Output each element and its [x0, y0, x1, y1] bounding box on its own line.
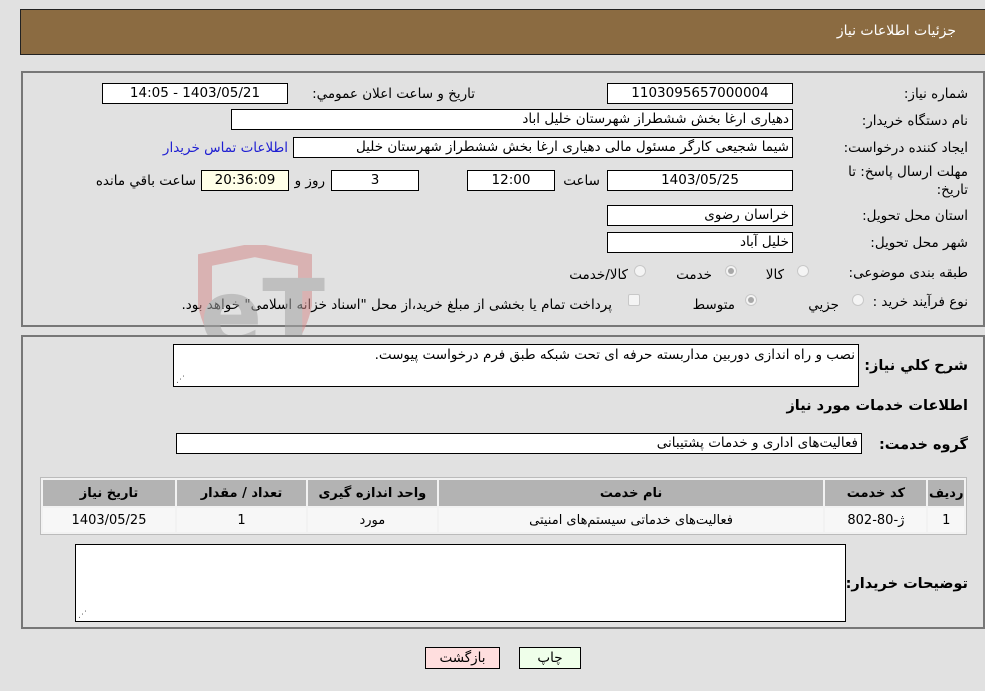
deadline-date-field[interactable]: 1403/05/25	[607, 170, 793, 191]
buyer-contact-link[interactable]: اطلاعات تماس خريدار	[163, 140, 288, 156]
cell-service-name: فعالیت‌های خدماتی سیستم‌های امنیتی	[438, 508, 824, 532]
purchase-type-option-minor: جزيي	[808, 297, 839, 313]
treasury-note: پرداخت تمام يا بخشی از مبلغ خريد،از محل …	[181, 297, 612, 313]
deadline-time-field[interactable]: 12:00	[467, 170, 555, 191]
category-label: طبقه بندی موضوعی:	[848, 265, 968, 281]
requester-label: ايجاد کننده درخواست:	[843, 140, 968, 156]
page-title: جزئيات اطلاعات نياز	[836, 23, 956, 39]
category-option-goods: کالا	[765, 267, 784, 283]
service-group-label: گروه خدمت:	[878, 437, 968, 453]
page-header: جزئيات اطلاعات نياز	[20, 9, 985, 55]
cell-need-date: 1403/05/25	[43, 508, 176, 532]
purchase-type-radio-minor[interactable]	[852, 294, 864, 306]
buyer-org-field[interactable]: دهیاری ارغا بخش ششطراز شهرستان خلیل اباد	[231, 109, 793, 130]
category-radio-service[interactable]	[725, 265, 737, 277]
back-button[interactable]: بازگشت	[425, 647, 500, 669]
category-option-service: خدمت	[676, 267, 712, 283]
service-group-field[interactable]: فعالیت‌های اداری و خدمات پشتیبانی	[176, 433, 862, 454]
cell-row-number: 1	[928, 508, 964, 532]
treasury-checkbox[interactable]	[628, 294, 640, 306]
col-service-code: کد خدمت	[825, 480, 927, 506]
description-text: نصب و راه اندازی دوربین مداربسته حرفه ای…	[374, 347, 855, 363]
purchase-type-label: نوع فرآيند خريد :	[872, 294, 968, 310]
city-label: شهر محل تحويل:	[870, 235, 968, 251]
col-need-date: تاريخ نياز	[43, 480, 176, 506]
province-field[interactable]: خراسان رضوی	[607, 205, 793, 226]
services-table: رديف کد خدمت نام خدمت واحد اندازه گيری ت…	[40, 477, 967, 535]
time-remaining-label: ساعت باقي مانده	[95, 173, 196, 189]
col-row-number: رديف	[928, 480, 964, 506]
cell-quantity: 1	[177, 508, 306, 532]
print-button[interactable]: چاپ	[519, 647, 581, 669]
deadline-label-line1: مهلت ارسال پاسخ: تا	[848, 164, 968, 180]
days-label: روز و	[294, 173, 325, 189]
need-number-label: شماره نياز:	[903, 86, 968, 102]
deadline-label-line2: تاريخ:	[936, 182, 968, 198]
table-row: 1 ژ-80-802 فعالیت‌های خدماتی سیستم‌های ا…	[43, 508, 964, 532]
days-remaining-field[interactable]: 3	[331, 170, 419, 191]
cell-unit: مورد	[307, 508, 437, 532]
col-service-name: نام خدمت	[438, 480, 824, 506]
buyer-notes-label: توضيحات خريدار:	[845, 576, 968, 592]
announce-datetime-label: تاريخ و ساعت اعلان عمومي:	[312, 86, 475, 102]
resize-grip-icon[interactable]: ⋰	[78, 610, 87, 620]
resize-grip-icon[interactable]: ⋰	[176, 375, 185, 385]
col-quantity: تعداد / مقدار	[177, 480, 306, 506]
buyer-org-label: نام دستگاه خريدار:	[861, 113, 968, 129]
description-textarea[interactable]: نصب و راه اندازی دوربین مداربسته حرفه ای…	[173, 344, 859, 387]
purchase-type-radio-medium[interactable]	[745, 294, 757, 306]
announce-datetime-field[interactable]: 1403/05/21 - 14:05	[102, 83, 288, 104]
cell-service-code: ژ-80-802	[825, 508, 927, 532]
purchase-type-option-medium: متوسط	[692, 297, 735, 313]
city-field[interactable]: خلیل آباد	[607, 232, 793, 253]
category-radio-goods[interactable]	[797, 265, 809, 277]
requester-field[interactable]: شیما شجیعی کارگر مسئول مالی دهیاری ارغا …	[293, 137, 793, 158]
services-section-title: اطلاعات خدمات مورد نياز	[786, 398, 968, 414]
category-radio-goods-service[interactable]	[634, 265, 646, 277]
table-header-row: رديف کد خدمت نام خدمت واحد اندازه گيری ت…	[43, 480, 964, 506]
category-option-goods-service: کالا/خدمت	[569, 267, 628, 283]
need-number-field[interactable]: 1103095657000004	[607, 83, 793, 104]
time-remaining-field: 20:36:09	[201, 170, 289, 191]
deadline-time-label: ساعت	[563, 173, 600, 189]
buyer-notes-textarea[interactable]: ⋰	[75, 544, 846, 622]
province-label: استان محل تحويل:	[862, 208, 968, 224]
description-label: شرح کلي نياز:	[864, 358, 968, 374]
col-unit: واحد اندازه گيری	[307, 480, 437, 506]
